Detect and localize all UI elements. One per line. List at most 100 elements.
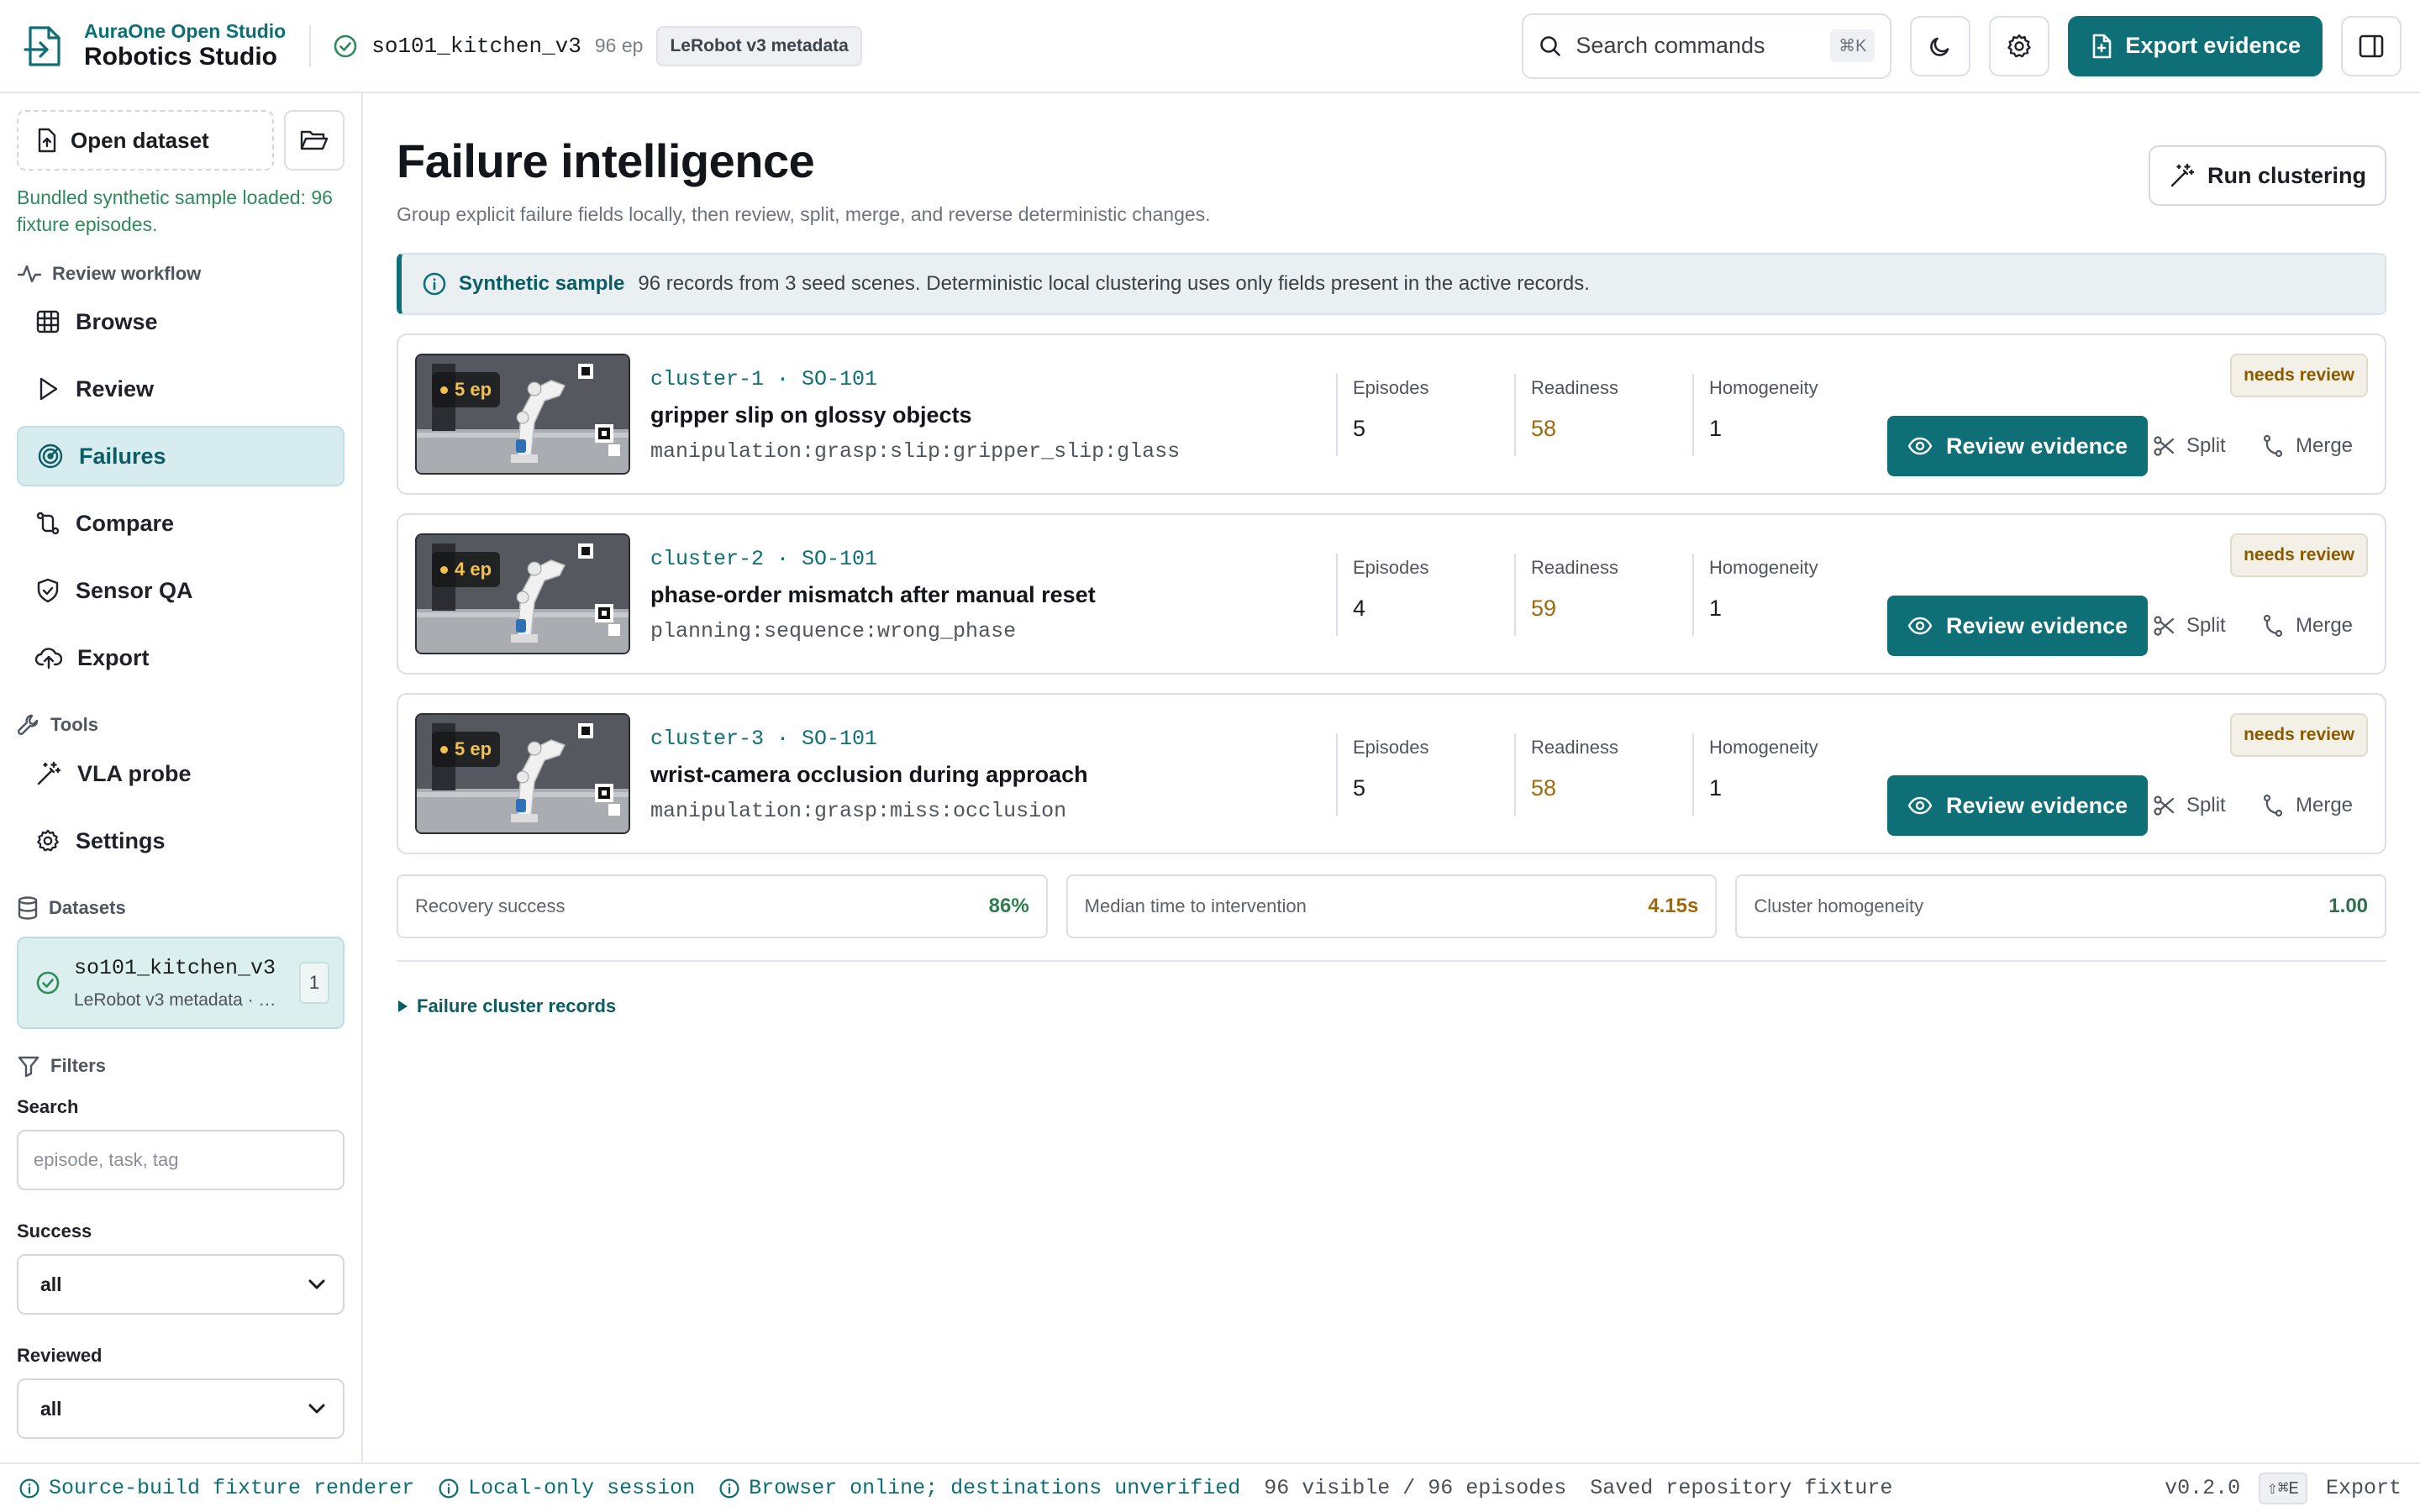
- failure-cluster-card[interactable]: 5 ep cluster-1 · SO-101 gripper slip on …: [397, 333, 2386, 495]
- dataset-name[interactable]: so101_kitchen_v3: [371, 34, 581, 59]
- review-evidence-label: Review evidence: [1946, 612, 2128, 638]
- chevron-down-icon: [308, 1403, 326, 1415]
- metric-value: 4: [1353, 596, 1366, 621]
- scissors-icon: [2153, 795, 2175, 816]
- episode-count-badge: 4 ep: [432, 552, 501, 587]
- metric-value: 58: [1531, 775, 1557, 801]
- failure-cluster-card[interactable]: 4 ep cluster-2 · SO-101 phase-order mism…: [397, 513, 2386, 675]
- failure-cluster-card[interactable]: 5 ep cluster-3 · SO-101 wrist-camera occ…: [397, 693, 2386, 854]
- datasets-heading: Datasets: [17, 896, 345, 920]
- cluster-thumbnail[interactable]: 4 ep: [415, 533, 630, 654]
- nav-sensor-qa[interactable]: Sensor QA: [17, 560, 345, 621]
- search-filter-input[interactable]: episode, task, tag: [17, 1130, 345, 1190]
- nav-browse[interactable]: Browse: [17, 291, 345, 352]
- filters-heading: Filters: [17, 1054, 345, 1078]
- disclosure-label: Failure cluster records: [417, 995, 617, 1016]
- episode-count-text: 4 ep: [455, 559, 492, 580]
- info-icon: [718, 1478, 740, 1499]
- episode-count-badge: 5 ep: [432, 732, 501, 767]
- nav-settings[interactable]: Settings: [17, 811, 345, 871]
- file-upload-icon: [37, 128, 57, 153]
- episode-count-badge: 5 ep: [432, 372, 501, 407]
- metric-label: Readiness: [1531, 557, 1618, 578]
- theme-toggle-button[interactable]: [1910, 15, 1971, 76]
- banner-text: 96 records from 3 seed scenes. Determini…: [638, 272, 1590, 295]
- nav-export[interactable]: Export: [17, 627, 345, 688]
- grid-icon: [35, 309, 60, 334]
- brand-title: Robotics Studio: [84, 43, 277, 71]
- dataset-card-count: 1: [299, 962, 329, 1004]
- metric-value: 1: [1709, 775, 1723, 801]
- brand-top: AuraOne Open Studio: [84, 20, 287, 42]
- merge-icon: [2262, 794, 2284, 817]
- app-header: AuraOne Open Studio Robotics Studio so10…: [0, 0, 2420, 93]
- metric-episodes: Episodes 5: [1336, 733, 1429, 816]
- nav-failures[interactable]: Failures: [17, 426, 345, 486]
- dataset-loaded-message: Bundled synthetic sample loaded: 96 fixt…: [17, 186, 333, 235]
- summary-stats: Recovery success 86% Median time to inte…: [397, 874, 2387, 938]
- nav-vla-probe[interactable]: VLA probe: [17, 743, 345, 804]
- success-filter-select[interactable]: all: [17, 1254, 345, 1315]
- dot-icon: [440, 745, 448, 753]
- scissors-icon: [2153, 435, 2175, 457]
- metric-label: Episodes: [1353, 377, 1429, 398]
- cluster-failure-tag: manipulation:grasp:miss:occlusion: [650, 799, 1067, 823]
- session-status[interactable]: Local-only session: [438, 1476, 695, 1500]
- network-status[interactable]: Browser online; destinations unverified: [718, 1476, 1240, 1500]
- cluster-thumbnail[interactable]: 5 ep: [415, 713, 630, 834]
- nav-review[interactable]: Review: [17, 359, 345, 419]
- cluster-id: cluster-3 · SO-101: [650, 727, 878, 751]
- header-divider: [309, 24, 312, 67]
- banner-title: Synthetic sample: [459, 272, 625, 295]
- metric-homogeneity: Homogeneity 1: [1692, 733, 1818, 816]
- dataset-card[interactable]: so101_kitchen_v3 LeRobot v3 metadata · 9…: [17, 937, 345, 1029]
- merge-button[interactable]: Merge: [2262, 416, 2353, 476]
- merge-label: Merge: [2296, 614, 2354, 637]
- review-workflow-title: Review workflow: [52, 263, 202, 284]
- check-circle-icon: [35, 970, 60, 995]
- browse-folder-button[interactable]: [284, 110, 345, 171]
- compare-icon: [35, 511, 60, 536]
- open-dataset-button[interactable]: Open dataset: [17, 110, 274, 171]
- database-icon: [17, 896, 39, 920]
- review-evidence-button[interactable]: Review evidence: [1887, 416, 2149, 476]
- metric-readiness: Readiness 58: [1514, 733, 1618, 816]
- review-evidence-button[interactable]: Review evidence: [1887, 596, 2149, 656]
- toggle-panel-button[interactable]: [2341, 15, 2402, 76]
- review-evidence-button[interactable]: Review evidence: [1887, 775, 2149, 836]
- folder-open-icon: [300, 129, 329, 152]
- command-search[interactable]: Search commands ⌘K: [1522, 13, 1892, 79]
- success-filter-label: Success: [17, 1221, 92, 1242]
- metric-value: 5: [1353, 416, 1366, 441]
- split-button[interactable]: Split: [2153, 596, 2226, 656]
- split-label: Split: [2186, 794, 2226, 816]
- export-evidence-button[interactable]: Export evidence: [2068, 15, 2323, 76]
- split-button[interactable]: Split: [2153, 416, 2226, 476]
- merge-button[interactable]: Merge: [2262, 775, 2353, 836]
- cluster-thumbnail[interactable]: 5 ep: [415, 354, 630, 475]
- search-label: Search commands: [1576, 33, 1765, 58]
- merge-button[interactable]: Merge: [2262, 596, 2353, 656]
- nav-settings-label: Settings: [76, 827, 166, 853]
- metric-episodes: Episodes 4: [1336, 554, 1429, 636]
- app-version: v0.2.0: [2165, 1476, 2241, 1500]
- run-clustering-button[interactable]: Run clustering: [2148, 145, 2386, 206]
- export-link[interactable]: Export: [2326, 1476, 2402, 1500]
- settings-button[interactable]: [1989, 15, 2050, 76]
- review-workflow-heading: Review workflow: [17, 263, 345, 285]
- check-circle-icon: [333, 34, 358, 59]
- page-subtitle: Group explicit failure fields locally, t…: [397, 203, 1211, 225]
- chevron-down-icon: [308, 1278, 326, 1290]
- metric-label: Readiness: [1531, 377, 1618, 398]
- metric-readiness: Readiness 58: [1514, 374, 1618, 456]
- split-button[interactable]: Split: [2153, 775, 2226, 836]
- network-status-label: Browser online; destinations unverified: [749, 1476, 1241, 1500]
- brand[interactable]: AuraOne Open Studio Robotics Studio: [24, 22, 286, 70]
- nav-compare[interactable]: Compare: [17, 493, 345, 554]
- reviewed-filter-select[interactable]: all: [17, 1378, 345, 1439]
- open-dataset-label: Open dataset: [71, 127, 209, 153]
- renderer-status[interactable]: Source-build fixture renderer: [18, 1476, 414, 1500]
- main-content: Failure intelligence Group explicit fail…: [397, 93, 2387, 1017]
- dataset-card-subtitle: LeRobot v3 metadata · 96 ep: [74, 990, 284, 1010]
- failure-records-disclosure[interactable]: Failure cluster records: [397, 995, 2386, 1017]
